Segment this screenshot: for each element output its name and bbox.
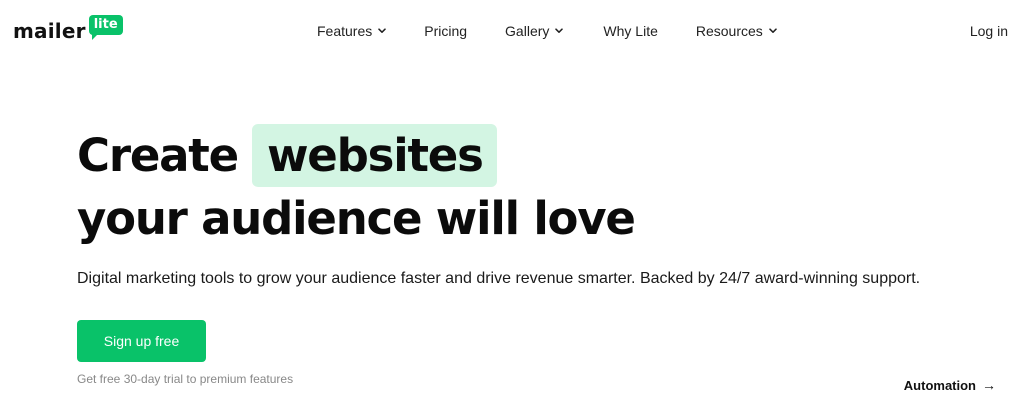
automation-link[interactable]: Automation →	[904, 377, 996, 393]
nav-item-label: Pricing	[424, 23, 468, 39]
nav-item-gallery[interactable]: Gallery	[505, 22, 564, 40]
hero-title: Create websites your audience will love	[77, 124, 636, 250]
page: mailer lite Features Pricing Gallery Why…	[0, 0, 1024, 399]
nav-item-resources[interactable]: Resources	[696, 22, 777, 40]
logo-badge-lite: lite	[88, 15, 123, 40]
trial-note: Get free 30-day trial to premium feature…	[77, 372, 294, 386]
nav-item-label: Resources	[695, 23, 763, 39]
nav-item-label: Gallery	[505, 23, 550, 39]
nav-item-why-lite[interactable]: Why Lite	[603, 22, 657, 40]
hero-title-line-2: your audience will love	[77, 192, 636, 245]
chevron-down-icon	[555, 28, 564, 34]
arrow-right-icon: →	[982, 377, 996, 393]
mailerlite-logo[interactable]: mailer lite	[13, 15, 123, 45]
hero-title-highlight: websites	[251, 124, 497, 187]
logo-wordmark: mailer	[13, 19, 86, 43]
nav-item-features[interactable]: Features	[317, 22, 386, 40]
hero-title-line-1: Create websites	[77, 124, 635, 187]
automation-link-label: Automation	[903, 377, 976, 393]
hero-subtitle: Digital marketing tools to grow your aud…	[77, 270, 921, 287]
chevron-down-icon	[769, 28, 777, 34]
nav-item-label: Why Lite	[603, 23, 658, 39]
main-nav: Features Pricing Gallery Why Lite Resour…	[317, 22, 777, 40]
sign-up-button[interactable]: Sign up free	[77, 320, 206, 362]
nav-item-label: Features	[317, 23, 373, 39]
nav-item-pricing[interactable]: Pricing	[424, 22, 467, 40]
hero-title-prefix: Create	[77, 129, 239, 182]
login-link[interactable]: Log in	[970, 23, 1008, 39]
chevron-down-icon	[378, 28, 386, 34]
